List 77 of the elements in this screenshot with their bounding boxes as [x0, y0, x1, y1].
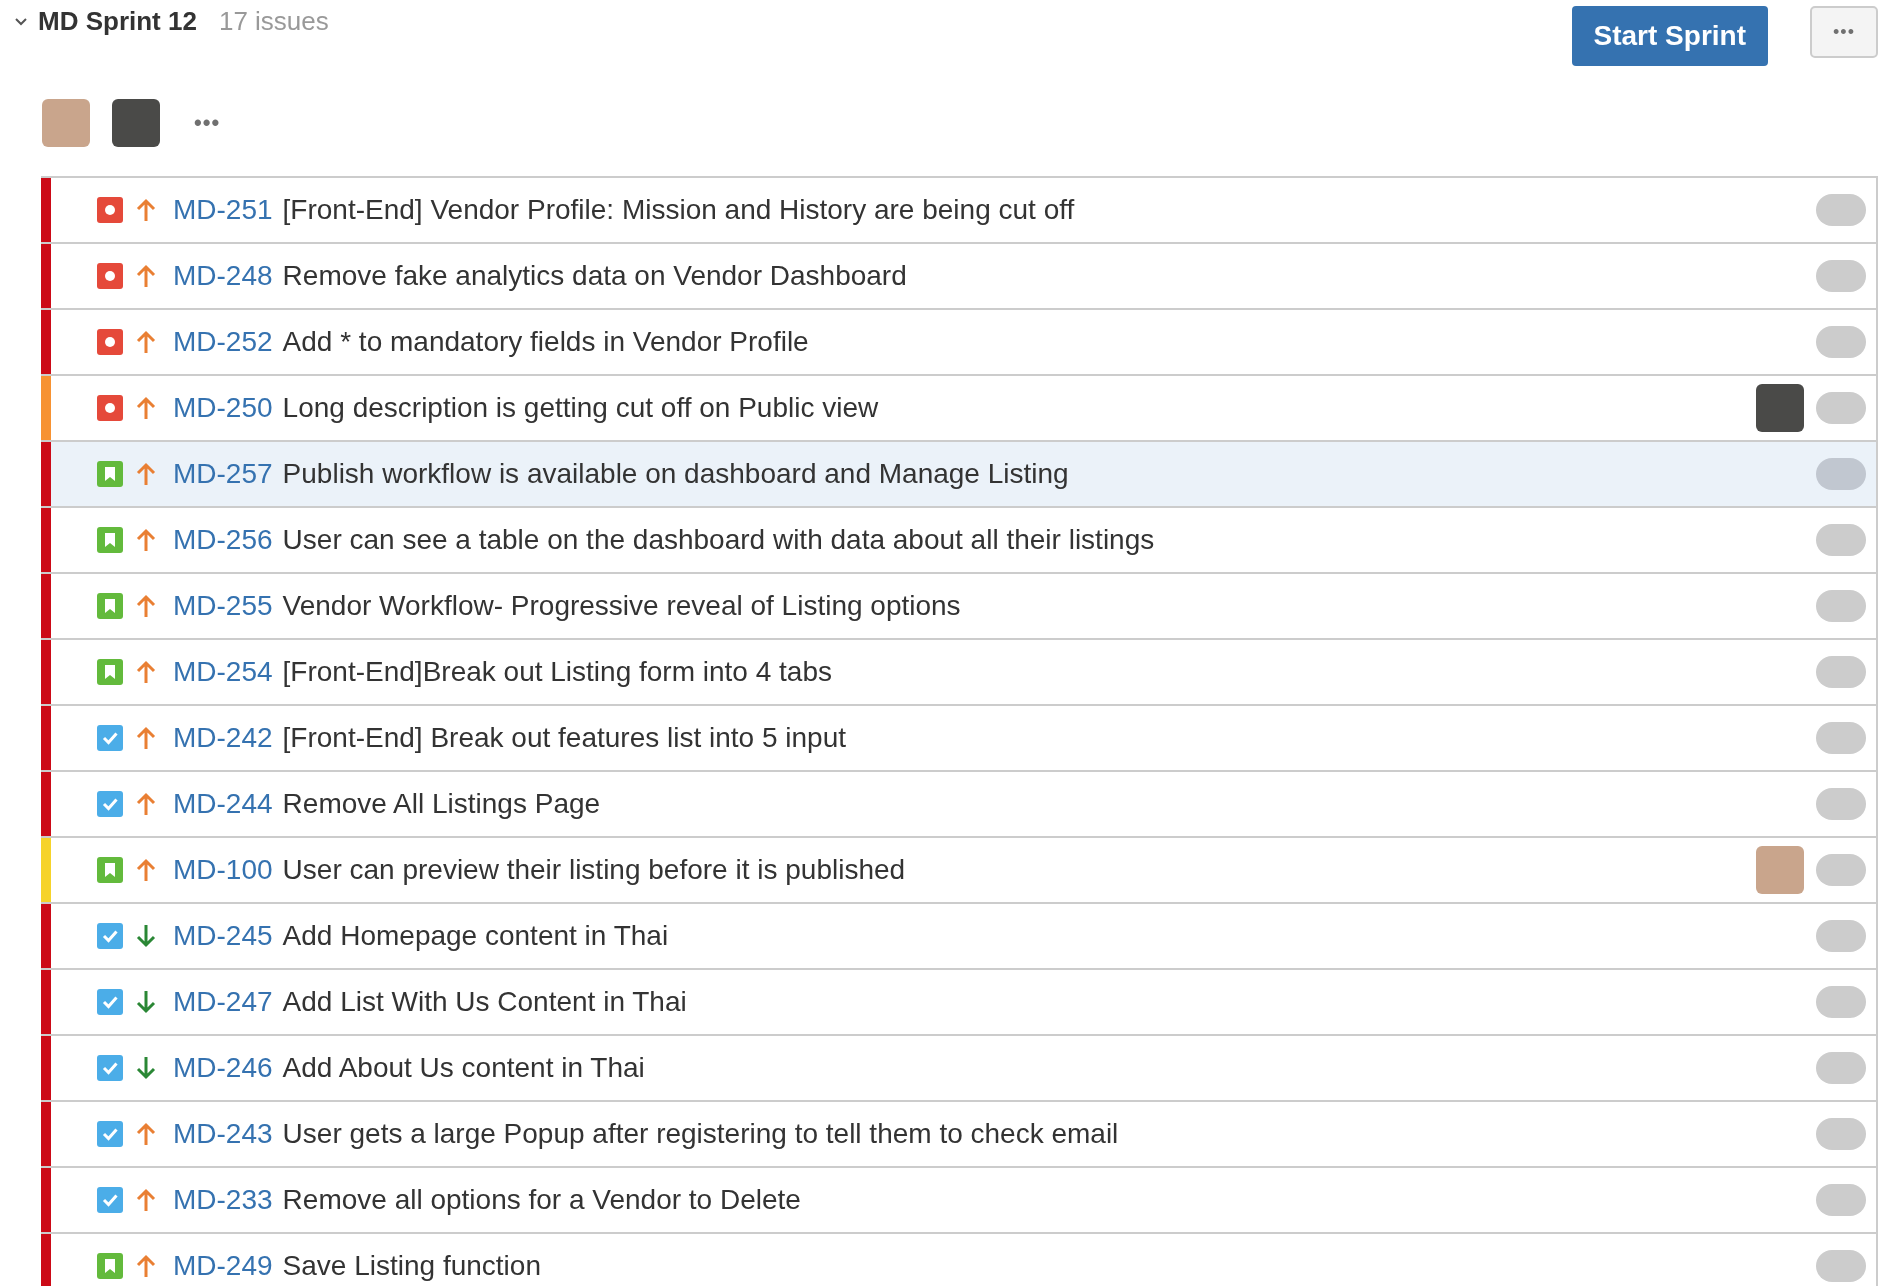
issue-row[interactable]: MD-245 Add Homepage content in Thai: [41, 904, 1876, 970]
issue-key-link[interactable]: MD-247: [173, 986, 273, 1018]
issue-key-link[interactable]: MD-256: [173, 524, 273, 556]
issue-summary: Save Listing function: [282, 1250, 542, 1282]
issue-summary: Vendor Workflow- Progressive reveal of Listing options: [282, 590, 962, 622]
estimate-badge: [1816, 590, 1866, 622]
avatar-photo-placeholder[interactable]: [112, 99, 160, 147]
issue-row[interactable]: MD-242 [Front-End] Break out features list into 5 input: [41, 706, 1876, 772]
estimate-badge: [1816, 788, 1866, 820]
issue-row[interactable]: MD-233 Remove all options for a Vendor to Delete: [41, 1168, 1876, 1234]
issue-summary: Remove All Listings Page: [282, 788, 602, 820]
issue-row[interactable]: MD-257 Publish workflow is available on dashboard and Manage Listing: [41, 442, 1876, 508]
issue-summary: [Front-End]Break out Listing form into 4 tabs: [282, 656, 833, 688]
issue-key-link[interactable]: MD-100: [173, 854, 273, 886]
estimate-badge: [1816, 1250, 1866, 1282]
estimate-badge: [1816, 326, 1866, 358]
issue-key-link[interactable]: MD-257: [173, 458, 273, 490]
issue-summary: Add About Us content in Thai: [282, 1052, 646, 1084]
estimate-badge: [1816, 1184, 1866, 1216]
start-sprint-button[interactable]: Start Sprint: [1571, 6, 1768, 66]
sprint-title: MD Sprint 12: [38, 6, 197, 37]
issue-row[interactable]: MD-252 Add * to mandatory fields in Vendor Profile: [41, 310, 1876, 376]
estimate-badge: [1816, 656, 1866, 688]
issue-key-link[interactable]: MD-248: [173, 260, 273, 292]
issue-key-link[interactable]: MD-250: [173, 392, 273, 424]
issue-key-link[interactable]: MD-254: [173, 656, 273, 688]
issue-key-link[interactable]: MD-249: [173, 1250, 273, 1282]
issue-key-link[interactable]: MD-251: [173, 194, 273, 226]
issue-summary: User gets a large Popup after registering to tell them to check email: [282, 1118, 1120, 1150]
avatar-photo-placeholder[interactable]: [1756, 846, 1804, 894]
issue-row[interactable]: MD-243 User gets a large Popup after registering to tell them to check email: [41, 1102, 1876, 1168]
estimate-badge: [1816, 194, 1866, 226]
estimate-badge: [1816, 1118, 1866, 1150]
issue-row[interactable]: MD-250 Long description is getting cut off on Public view: [41, 376, 1876, 442]
issue-key-link[interactable]: MD-233: [173, 1184, 273, 1216]
avatar-photo-placeholder[interactable]: [42, 99, 90, 147]
issue-summary: User can see a table on the dashboard with data about all their listings: [282, 524, 1156, 556]
estimate-badge: [1816, 458, 1866, 490]
chevron-icon[interactable]: [14, 16, 28, 27]
issue-row[interactable]: MD-244 Remove All Listings Page: [41, 772, 1876, 838]
avatar-photo-placeholder[interactable]: [1756, 384, 1804, 432]
issue-summary: Remove fake analytics data on Vendor Dashboard: [282, 260, 908, 292]
issue-count: 17 issues: [218, 6, 329, 37]
more-button[interactable]: •••: [1810, 6, 1878, 58]
estimate-badge: [1816, 260, 1866, 292]
issue-summary: [Front-End] Break out features list into 5 input: [282, 722, 847, 754]
estimate-badge: [1816, 1052, 1866, 1084]
issue-key-link[interactable]: MD-243: [173, 1118, 273, 1150]
issue-row[interactable]: MD-100 User can preview their listing before it is published: [41, 838, 1876, 904]
issue-row[interactable]: MD-251 [Front-End] Vendor Profile: Mission and History are being cut off: [41, 178, 1876, 244]
estimate-badge: [1816, 392, 1866, 424]
issue-summary: Publish workflow is available on dashboard and Manage Listing: [282, 458, 1070, 490]
issue-key-link[interactable]: MD-244: [173, 788, 273, 820]
issue-key-link[interactable]: MD-245: [173, 920, 273, 952]
estimate-badge: [1816, 986, 1866, 1018]
issue-row[interactable]: MD-247 Add List With Us Content in Thai: [41, 970, 1876, 1036]
issue-key-link[interactable]: MD-242: [173, 722, 273, 754]
estimate-badge: [1816, 524, 1866, 556]
issue-summary: Remove all options for a Vendor to Delete: [282, 1184, 802, 1216]
issue-summary: User can preview their listing before it is published: [282, 854, 907, 886]
issue-key-link[interactable]: MD-246: [173, 1052, 273, 1084]
issue-row[interactable]: MD-254 [Front-End]Break out Listing form into 4 tabs: [41, 640, 1876, 706]
issue-summary: Long description is getting cut off on Public view: [282, 392, 880, 424]
issue-row[interactable]: MD-256 User can see a table on the dashboard with data about all their listings: [41, 508, 1876, 574]
more-participants-button[interactable]: •••: [194, 110, 221, 136]
issue-summary: [Front-End] Vendor Profile: Mission and History are being cut off: [282, 194, 1076, 226]
issue-key-link[interactable]: MD-255: [173, 590, 273, 622]
issue-row[interactable]: MD-246 Add About Us content in Thai: [41, 1036, 1876, 1102]
issue-row[interactable]: MD-255 Vendor Workflow- Progressive reveal of Listing options: [41, 574, 1876, 640]
estimate-badge: [1816, 854, 1866, 886]
issue-summary: Add List With Us Content in Thai: [282, 986, 688, 1018]
issue-row[interactable]: MD-248 Remove fake analytics data on Vendor Dashboard: [41, 244, 1876, 310]
estimate-badge: [1816, 722, 1866, 754]
issue-summary: Add * to mandatory fields in Vendor Profile: [282, 326, 810, 358]
issue-key-link[interactable]: MD-252: [173, 326, 273, 358]
estimate-badge: [1816, 920, 1866, 952]
issue-summary: Add Homepage content in Thai: [282, 920, 670, 952]
